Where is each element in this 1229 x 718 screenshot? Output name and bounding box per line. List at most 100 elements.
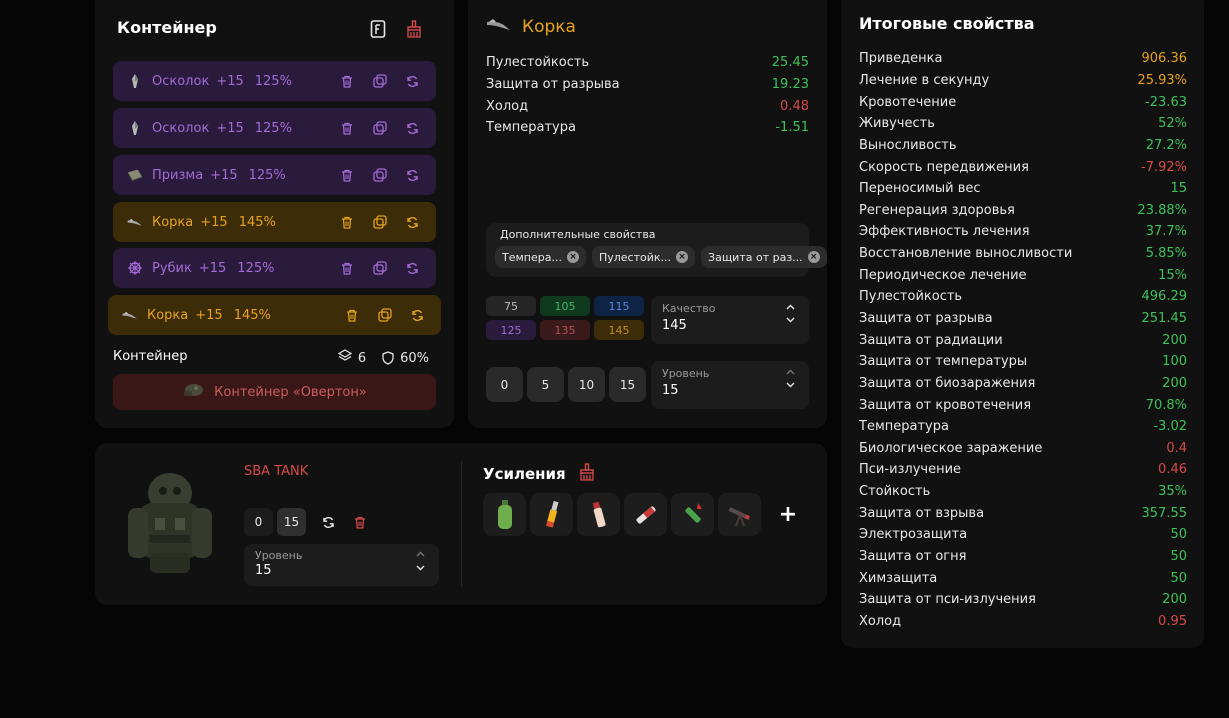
- artifact-row[interactable]: Призма +15 125%: [113, 155, 436, 195]
- armor-level-select[interactable]: Уровень 15: [244, 544, 439, 586]
- trash-icon[interactable]: [339, 261, 354, 276]
- container-label: Контейнер: [113, 349, 188, 364]
- boost-slot[interactable]: [530, 493, 573, 536]
- property-chip-label: Защита от раз...: [708, 250, 803, 264]
- refresh-icon[interactable]: [405, 168, 420, 183]
- document-icon[interactable]: [369, 20, 387, 38]
- container-select-button[interactable]: Контейнер «Овертон»: [113, 374, 436, 410]
- copy-icon[interactable]: [372, 261, 387, 276]
- artifact-stat-row: Холод 0.48: [486, 95, 809, 117]
- close-icon[interactable]: ×: [676, 251, 689, 263]
- artifact-row[interactable]: Корка +15 145%: [113, 202, 436, 242]
- boost-slot[interactable]: [718, 493, 761, 536]
- summary-row: Скорость передвижения -7.92%: [859, 156, 1187, 178]
- boosts-header: Усиления: [483, 463, 596, 485]
- chevron-down-icon[interactable]: [786, 317, 795, 323]
- artifact-row[interactable]: Рубик +15 125%: [113, 248, 436, 288]
- copy-icon[interactable]: [372, 168, 387, 183]
- quality-option[interactable]: 75: [486, 296, 536, 316]
- level-value: 15: [662, 383, 679, 398]
- summary-label: Температура: [859, 419, 949, 435]
- trash-icon[interactable]: [350, 512, 370, 532]
- summary-value: 200: [1162, 592, 1187, 608]
- artifact-row-upgrade: +15: [195, 307, 223, 323]
- boost-slot[interactable]: [577, 493, 620, 536]
- summary-value: 52%: [1158, 116, 1187, 132]
- summary-label: Восстановление выносливости: [859, 246, 1073, 262]
- trash-icon[interactable]: [339, 74, 354, 89]
- quality-option[interactable]: 115: [594, 296, 644, 316]
- artifact-row-percent: 125%: [254, 73, 292, 89]
- trash-icon[interactable]: [339, 121, 354, 136]
- broom-icon[interactable]: [578, 463, 596, 485]
- chevron-down-icon[interactable]: [786, 382, 795, 388]
- refresh-icon[interactable]: [405, 74, 420, 89]
- armor-panel: SBA TANK 0 15 Уровень 15 Усиления +: [95, 443, 827, 605]
- container-title: Контейнер: [117, 18, 217, 37]
- broom-icon[interactable]: [405, 20, 423, 38]
- property-chip[interactable]: Темпера... ×: [495, 246, 586, 268]
- artifact-row-name: Рубик: [152, 260, 192, 276]
- copy-icon[interactable]: [372, 121, 387, 136]
- boost-slot[interactable]: [624, 493, 667, 536]
- level-button[interactable]: 15: [609, 367, 646, 402]
- summary-row: Защита от биозаражения 200: [859, 373, 1187, 395]
- chevron-up-icon[interactable]: [786, 304, 795, 310]
- property-chip[interactable]: Пулестойк... ×: [591, 246, 696, 268]
- chevron-up-icon[interactable]: [786, 369, 795, 375]
- pink-vial-icon: [592, 501, 606, 527]
- quality-option[interactable]: 145: [594, 320, 644, 340]
- trash-icon[interactable]: [344, 308, 359, 323]
- level-button[interactable]: 0: [486, 367, 523, 402]
- summary-title: Итоговые свойства: [859, 14, 1035, 33]
- summary-label: Биологическое заражение: [859, 440, 1043, 456]
- refresh-icon[interactable]: [405, 215, 420, 230]
- level-button[interactable]: 5: [527, 367, 564, 402]
- level-select[interactable]: Уровень 15: [651, 361, 809, 409]
- green-syringe-icon: [684, 502, 702, 523]
- chevron-up-icon[interactable]: [416, 551, 425, 557]
- artifact-row[interactable]: Осколок +15 125%: [113, 108, 436, 148]
- quality-option[interactable]: 135: [540, 320, 590, 340]
- container-slots: 6: [357, 350, 367, 366]
- boosts-title: Усиления: [483, 465, 566, 483]
- summary-row: Электрозащита 50: [859, 524, 1187, 546]
- artifact-stat-row: Защита от разрыва 19.23: [486, 74, 809, 96]
- armor-level-value: 15: [255, 563, 272, 578]
- artifact-row-name: Призма: [152, 167, 204, 183]
- level-button[interactable]: 10: [568, 367, 605, 402]
- property-chip-label: Темпера...: [502, 250, 562, 264]
- summary-row: Холод 0.95: [859, 611, 1187, 633]
- property-chip-label: Пулестойк...: [598, 250, 672, 264]
- copy-icon[interactable]: [372, 215, 387, 230]
- quality-select[interactable]: Качество 145: [651, 296, 809, 344]
- refresh-icon[interactable]: [405, 121, 420, 136]
- refresh-icon[interactable]: [410, 308, 425, 323]
- summary-label: Пси-излучение: [859, 462, 962, 478]
- chevron-down-icon[interactable]: [416, 565, 425, 571]
- close-icon[interactable]: ×: [566, 251, 579, 263]
- boost-slot[interactable]: [483, 493, 526, 536]
- artifact-row[interactable]: Осколок +15 125%: [113, 61, 436, 101]
- quality-option[interactable]: 125: [486, 320, 536, 340]
- refresh-icon[interactable]: [405, 261, 420, 276]
- add-boost-button[interactable]: +: [773, 493, 803, 536]
- crust-icon: [127, 214, 143, 230]
- artifact-stat-row: Пулестойкость 25.45: [486, 52, 809, 74]
- trash-icon[interactable]: [339, 168, 354, 183]
- trash-icon[interactable]: [339, 215, 354, 230]
- property-chip[interactable]: Защита от раз... ×: [701, 246, 827, 268]
- artifact-row[interactable]: Корка +15 145%: [108, 295, 441, 335]
- artifact-row-upgrade: +15: [200, 214, 228, 230]
- copy-icon[interactable]: [372, 74, 387, 89]
- boost-slot[interactable]: [671, 493, 714, 536]
- close-icon[interactable]: ×: [807, 251, 820, 263]
- quality-option[interactable]: 105: [540, 296, 590, 316]
- armor-level-15-button[interactable]: 15: [277, 508, 306, 536]
- copy-icon[interactable]: [377, 308, 392, 323]
- armor-level-0-button[interactable]: 0: [244, 508, 273, 536]
- summary-value: 70.8%: [1145, 397, 1187, 413]
- summary-label: Периодическое лечение: [859, 267, 1027, 283]
- refresh-icon[interactable]: [318, 512, 338, 532]
- artifact-stat-label: Пулестойкость: [486, 55, 590, 71]
